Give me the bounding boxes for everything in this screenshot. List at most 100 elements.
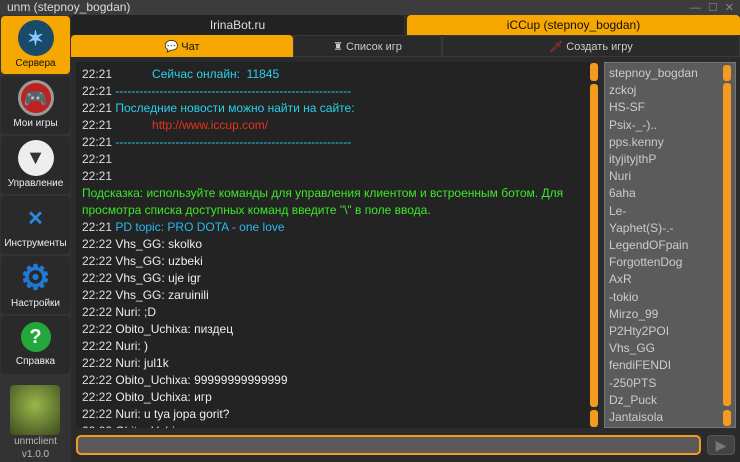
chat-message: 22:22 Nuri: ;D — [82, 304, 584, 321]
wc3-logo-icon: ▼ — [17, 140, 54, 176]
message-time: 22:21 — [82, 118, 113, 132]
chat-message: 22:22 Nuri: u tya jopa gorit? — [82, 406, 584, 423]
chat-message: 22:22 Vhs_GG: uje igr — [82, 270, 584, 287]
message-time: 22:22 — [82, 322, 113, 336]
chat-icon: 💬 — [164, 41, 179, 53]
sidebar-item-settings[interactable]: ⚙ Настройки — [1, 256, 70, 314]
message-time: 22:22 — [82, 407, 113, 421]
message-text: http://www.iccup.com/ — [115, 118, 269, 132]
user-list-item[interactable]: Le- — [609, 203, 731, 220]
user-list-item[interactable]: -250PTS — [609, 375, 731, 392]
chat-message: 22:21 Сейчас онлайн: 11845 — [82, 66, 584, 83]
user-list-item[interactable]: P2Hty2POI — [609, 323, 731, 340]
message-input[interactable] — [76, 435, 701, 455]
chat-message: 22:21 — [82, 151, 584, 168]
sidebar-item-tools[interactable]: ✕ Инструменты — [1, 196, 70, 254]
send-button[interactable]: ▶ — [707, 435, 735, 455]
chat-message: 22:22 Nuri: ) — [82, 338, 584, 355]
chat-message: 22:21 ----------------------------------… — [82, 83, 584, 100]
user-list: stepnoy_bogdan zckoj HS-SF Psix-_-).. pps.ke… — [604, 62, 736, 428]
gamepad-icon: 🎮 — [17, 80, 54, 116]
message-text: Obito_Uchixa: 99999999999999 — [115, 373, 288, 387]
window-controls[interactable]: — ☐ ✕ — [690, 1, 736, 16]
user-list-item[interactable]: Dz_Puck — [609, 392, 731, 409]
message-time: 22:21 — [82, 152, 113, 166]
chat-message: 22:22 Nuri: jul1k — [82, 355, 584, 372]
user-list-item[interactable]: ForgottenDog — [609, 254, 731, 271]
tab-irinabot[interactable]: IrinaBot.ru — [71, 15, 404, 35]
user-list-item[interactable]: fendiFENDI — [609, 357, 731, 374]
message-time: 22:22 — [82, 288, 113, 302]
message-time: 22:22 — [82, 305, 113, 319]
sidebar-item-my-games[interactable]: 🎮 Мои игры — [1, 76, 70, 134]
avatar — [10, 385, 60, 435]
message-time: 22:22 — [82, 356, 113, 370]
tab-label: Создать игру — [566, 41, 633, 53]
chat-message: 22:21 ----------------------------------… — [82, 134, 584, 151]
chat-message: 22:22 Vhs_GG: uzbeki — [82, 253, 584, 270]
sword-icon: 🗡 — [549, 41, 564, 53]
message-text: ----------------------------------------… — [115, 84, 352, 98]
users-scroll-down[interactable] — [723, 410, 731, 426]
user-list-item[interactable]: Yaphet(S)-.- — [609, 220, 731, 237]
message-text: Vhs_GG: uje igr — [115, 271, 201, 285]
message-text: Obito_Uchixa: пиздец — [115, 322, 234, 336]
send-icon: ▶ — [715, 437, 727, 453]
message-time: 22:21 — [82, 84, 113, 98]
sidebar-item-management[interactable]: ▼ Управление — [1, 136, 70, 194]
user-list-item[interactable]: pps.kenny — [609, 134, 731, 151]
user-list-item[interactable]: Nuri — [609, 168, 731, 185]
message-time: 22:22 — [82, 237, 113, 251]
chat-message: 22:22 Vhs_GG: zaruinili — [82, 287, 584, 304]
user-list-item[interactable]: LegendOFpain — [609, 237, 731, 254]
tab-chat[interactable]: 💬 Чат — [71, 35, 293, 57]
game-list-icon: ♜ — [333, 41, 343, 53]
message-text: ----------------------------------------… — [115, 135, 352, 149]
user-list-item[interactable]: HS-SF — [609, 99, 731, 116]
message-time: 22:22 — [82, 390, 113, 404]
tab-game-list[interactable]: ♜ Список игр — [293, 35, 442, 57]
user-list-item[interactable]: stepnoy_bogdan — [609, 65, 731, 82]
user-list-item[interactable]: Jantaisola — [609, 409, 731, 426]
chat-scroll-down[interactable] — [590, 410, 598, 427]
user-list-item[interactable]: ityjityjthP — [609, 151, 731, 168]
message-time: 22:22 — [82, 339, 113, 353]
user-list-item[interactable]: Vhs_GG — [609, 340, 731, 357]
chat-message: 22:21 Последние новости можно найти на с… — [82, 100, 584, 117]
user-list-item[interactable]: AxR — [609, 271, 731, 288]
message-text: Vhs_GG: uzbeki — [115, 254, 203, 268]
message-time: 22:22 — [82, 271, 113, 285]
user-list-item[interactable]: 6aha — [609, 185, 731, 202]
sidebar-item-servers[interactable]: ✶ Сервера — [1, 16, 70, 74]
user-list-item[interactable]: Mirzo_99 — [609, 306, 731, 323]
sub-tabs: 💬 Чат ♜ Список игр 🗡 Создать игру — [71, 35, 740, 57]
chat-message: 22:22 Obito_Uchixa: игр — [82, 389, 584, 406]
message-time: 22:21 — [82, 101, 113, 115]
message-text: Obito_Uchixa: игр — [115, 390, 212, 404]
message-text: Последние новости можно найти на сайте: — [115, 101, 355, 115]
chat-message: 22:21 http://www.iccup.com/ — [82, 117, 584, 134]
chat-scrollbar[interactable] — [590, 84, 598, 407]
chat-message: 22:22 Obito_Uchixa: у всех жопа горит — [82, 423, 584, 428]
message-text: Nuri: u tya jopa gorit? — [115, 407, 230, 421]
message-text: Vhs_GG: zaruinili — [115, 288, 209, 302]
tab-iccup[interactable]: iCCup (stepnoy_bogdan) — [407, 15, 740, 35]
window-title: unm (stepnoy_bogdan) — [7, 0, 131, 14]
message-text: Подсказка: используйте команды для управ… — [82, 186, 567, 217]
chat-log: 22:21 Сейчас онлайн: 11845 22:21 --------… — [76, 62, 590, 428]
message-text: Nuri: jul1k — [115, 356, 169, 370]
tab-create-game[interactable]: 🗡 Создать игру — [442, 35, 740, 57]
message-time: 22:21 — [82, 67, 113, 81]
chat-scroll-up[interactable] — [590, 63, 598, 81]
help-icon: ? — [20, 322, 51, 352]
sidebar-item-label: Справка — [15, 356, 56, 367]
user-list-item[interactable]: zckoj — [609, 82, 731, 99]
users-scroll-up[interactable] — [723, 65, 731, 81]
user-list-item[interactable]: Psix-_-).. — [609, 117, 731, 134]
user-list-item[interactable]: -tokio — [609, 289, 731, 306]
sidebar-item-help[interactable]: ? Справка — [1, 316, 70, 374]
chat-message: 22:21 — [82, 168, 584, 185]
message-time: 22:22 — [82, 424, 112, 428]
message-time: 22:21 — [82, 169, 113, 183]
users-scrollbar[interactable] — [723, 83, 731, 406]
